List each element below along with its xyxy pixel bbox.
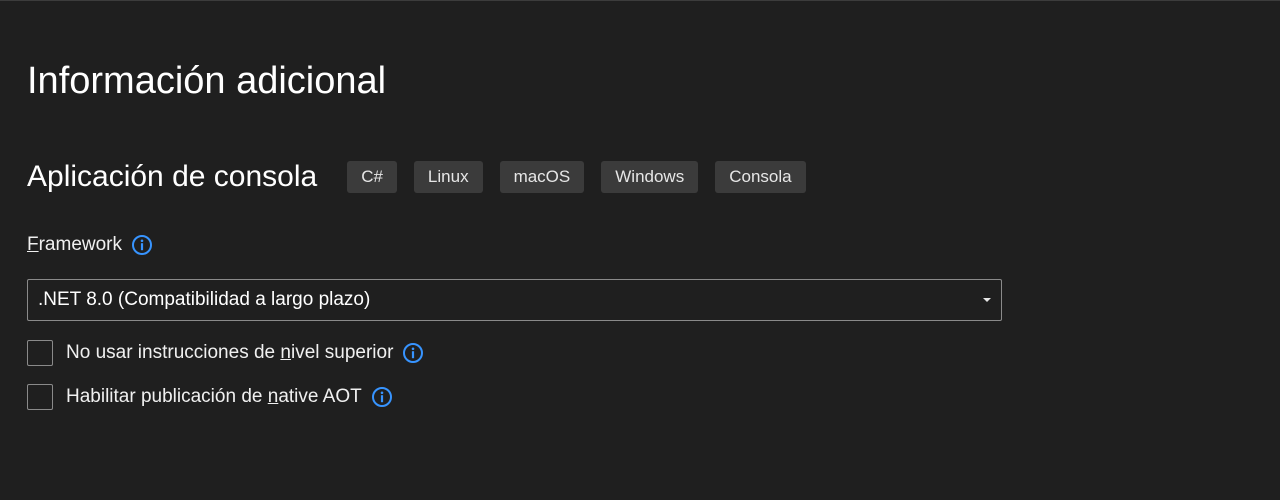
framework-label: Framework xyxy=(27,234,153,256)
template-header: Aplicación de consola C# Linux macOS Win… xyxy=(27,155,823,199)
page-title: Información adicional xyxy=(27,60,387,102)
window-top-border xyxy=(0,0,1280,1)
tag-project-type: Consola xyxy=(715,161,806,193)
native-aot-option: Habilitar publicación de native AOT xyxy=(27,384,393,410)
info-icon[interactable] xyxy=(131,234,153,256)
tag-platform-linux: Linux xyxy=(413,161,483,193)
tag-language: C# xyxy=(347,161,397,193)
framework-label-text: ramework xyxy=(38,234,123,255)
tag-platform-windows: Windows xyxy=(601,161,699,193)
framework-label-mnemonic: F xyxy=(27,234,39,255)
top-level-statements-option: No usar instrucciones de nivel superior xyxy=(27,340,424,366)
info-icon[interactable] xyxy=(402,342,424,364)
native-aot-label: Habilitar publicación de native AOT xyxy=(66,386,362,407)
framework-select[interactable]: .NET 8.0 (Compatibilidad a largo plazo) xyxy=(27,279,1002,321)
top-level-statements-label: No usar instrucciones de nivel superior xyxy=(66,342,394,363)
template-name: Aplicación de consola xyxy=(27,160,318,193)
info-icon[interactable] xyxy=(371,386,393,408)
top-level-statements-checkbox[interactable] xyxy=(27,340,53,366)
framework-select-value: .NET 8.0 (Compatibilidad a largo plazo) xyxy=(38,289,371,310)
chevron-down-icon xyxy=(983,298,991,302)
tag-platform-macos: macOS xyxy=(499,161,585,193)
native-aot-checkbox[interactable] xyxy=(27,384,53,410)
